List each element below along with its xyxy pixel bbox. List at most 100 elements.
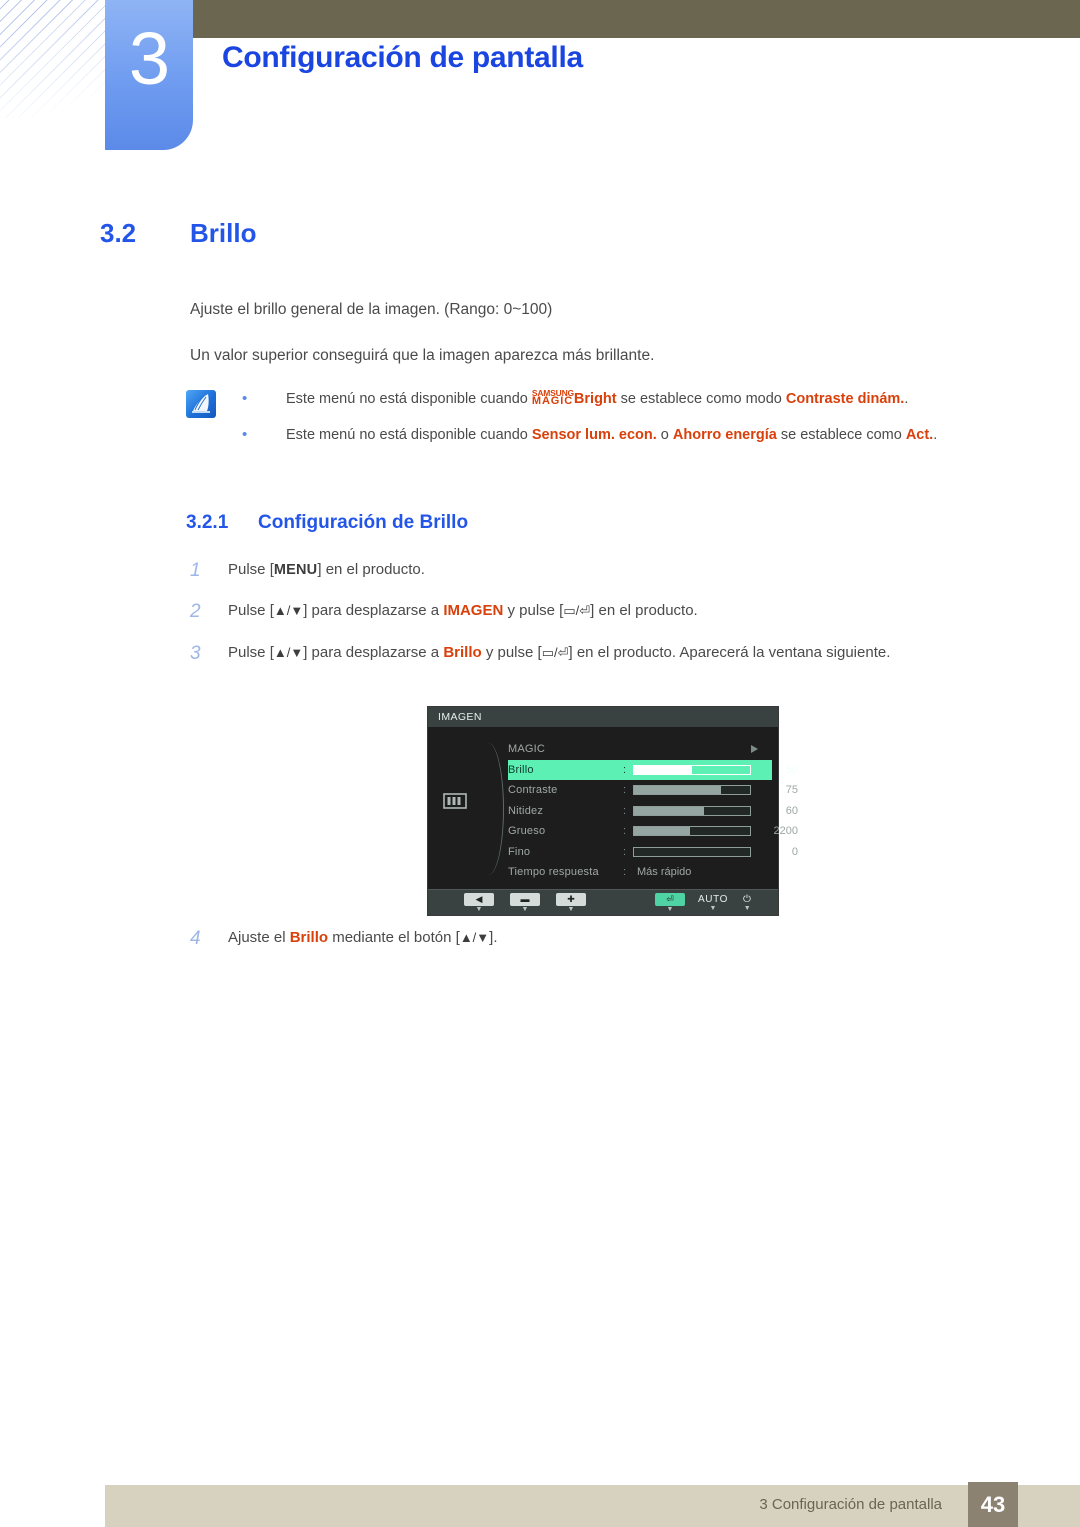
subsection-title: Configuración de Brillo [258,512,469,533]
osd-plus-button[interactable]: ✚ ▼ [556,893,586,913]
osd-power-button[interactable]: ⏻ ▼ [743,893,752,912]
step-item: 1 Pulse [MENU] en el producto. [190,558,980,582]
osd-slider-fill [634,806,704,815]
osd-row-colon: : [623,825,627,838]
osd-row-label: Tiempo respuesta [508,866,599,879]
step-text-fragment: ▭/⏎ [541,644,569,660]
note2-mid: o [656,427,673,444]
osd-slider-fill [634,827,690,836]
step-text-fragment: Brillo [289,929,329,946]
step-text-fragment: ]. [489,929,498,946]
osd-slider-value: 60 [785,804,798,817]
osd-row-label: Brillo [508,763,534,776]
step-text-fragment: ] para desplazarse a [303,643,444,661]
osd-menu-row[interactable]: Brillo: 50 [508,759,798,780]
step-text-fragment: ] en el producto. [317,561,425,578]
step-text-fragment: y pulse [ [503,602,564,620]
osd-slider-value: 75 [785,784,798,797]
note1-highlight-1: Contraste dinám. [785,391,905,407]
osd-back-button[interactable]: ◀ ▼ [464,893,494,913]
osd-title: IMAGEN [428,707,778,727]
note-list: Este menú no está disponible cuando SAMS… [242,387,1016,447]
header-olive-bar [192,0,1080,38]
step-number: 2 [190,601,201,623]
osd-row-label: Grueso [508,825,546,838]
note1-post: . [904,391,909,407]
osd-menu-row[interactable]: Tiempo respuesta: Más rápido [508,862,772,883]
osd-row-label: Nitidez [508,804,544,817]
osd-slider-track[interactable] [633,846,751,857]
subsection-heading: 3.2.1 Configuración de Brillo [186,512,468,534]
osd-auto-button-label: AUTO [698,894,728,905]
section-heading: 3.2 Brillo [100,218,256,249]
decorative-hatch-pattern [0,0,108,118]
osd-menu-row[interactable]: Nitidez: 60 [508,801,798,822]
document-page: 3 Configuración de pantalla 3.2 Brillo A… [0,0,1080,1527]
osd-slider-fill [634,786,721,795]
osd-back-button-key: ◀ [464,893,494,906]
note2-highlight-1: Sensor lum. econ. [531,427,657,444]
osd-slider-track[interactable] [633,805,751,816]
osd-slider-cell[interactable] [633,826,758,837]
step-text-fragment: ▭/⏎ [563,603,591,619]
section-number: 3.2 [100,218,137,248]
osd-row-colon: : [623,804,627,817]
osd-minus-button-key: ▬ [510,893,540,906]
step-item: 4 Ajuste el Brillo mediante el botón [▲/▼… [190,926,498,950]
step-text-fragment: Brillo [443,643,482,661]
steps-list: 1 Pulse [MENU] en el producto. 2 Pulse [▲/▼… [190,558,980,949]
osd-slider-cell[interactable] [633,785,758,796]
section-title: Brillo [190,218,257,248]
osd-slider-cell[interactable] [633,764,758,775]
osd-row-colon: : [623,845,627,858]
step-text-fragment: Ajuste el [228,929,290,946]
samsung-magic-mark: SAMSUNG MAGIC [532,389,574,406]
note-item-1: Este menú no está disponible cuando SAMS… [242,387,1016,411]
osd-footer-bar: ◀ ▼ ▬ ▼ ✚ ▼ ⏎ ▼ AUTO ▼ ⏻ ▼ [428,889,778,915]
osd-slider-cell[interactable] [633,805,758,816]
note1-mid: se establece como modo [616,391,786,407]
osd-slider-track[interactable] [633,764,751,775]
osd-menu-row[interactable]: MAGIC [508,739,772,760]
footer-chapter-label: 3 Configuración de pantalla [759,1496,942,1513]
osd-enter-button-key: ⏎ [655,893,685,906]
osd-button-caret-icon: ▼ [666,906,674,913]
note1-pre: Este menú no está disponible cuando [286,391,532,407]
osd-menu-row[interactable]: Grueso: 2200 [508,821,798,842]
chapter-title: Configuración de pantalla [222,41,583,74]
osd-power-button-label: ⏻ [743,894,752,905]
osd-button-caret-icon: ▼ [743,905,751,912]
step-text-fragment: ▲/▼ [273,644,304,660]
step-number: 1 [190,560,201,581]
osd-menu-row[interactable]: Fino: 0 [508,842,798,863]
osd-row-colon: : [623,866,627,879]
note-block: Este menú no está disponible cuando SAMS… [186,387,1016,461]
osd-button-caret-icon: ▼ [709,905,717,912]
step-text-fragment: Pulse [ [228,561,274,578]
note2-highlight-2: Ahorro energía [672,427,777,444]
step-number: 3 [190,642,201,664]
osd-menu-row[interactable]: Contraste: 75 [508,780,798,801]
osd-minus-button[interactable]: ▬ ▼ [510,893,540,913]
osd-slider-value: 0 [791,845,798,858]
note2-post: se establece como [776,427,906,444]
osd-button-caret-icon: ▼ [521,906,529,913]
osd-row-list: MAGIC Brillo: 50 Contraste: 75 Nitidez: 60 Grue… [508,739,798,883]
osd-slider-track[interactable] [633,785,751,796]
step-text-fragment: MENU [273,562,318,578]
osd-slider-cell[interactable] [633,846,758,857]
step-text-fragment: mediante el botón [ [328,929,460,946]
osd-row-label: Fino [508,845,531,858]
step-text-fragment: Pulse [ [228,643,274,661]
osd-enter-button[interactable]: ⏎ ▼ [655,893,685,913]
picture-bars-icon [442,791,468,811]
osd-slider-track[interactable] [633,826,751,837]
chapter-badge: 3 [105,0,193,150]
osd-row-value-text: Más rápido [637,866,692,879]
step-text-fragment: ] en el producto. [590,602,698,620]
step-text-fragment: Pulse [ [228,602,274,620]
osd-auto-button[interactable]: AUTO ▼ [698,893,728,912]
osd-body: MAGIC Brillo: 50 Contraste: 75 Nitidez: 60 Grue… [428,727,798,889]
note1-magic-suffix: Bright [573,391,617,407]
chevron-right-icon [751,745,758,754]
